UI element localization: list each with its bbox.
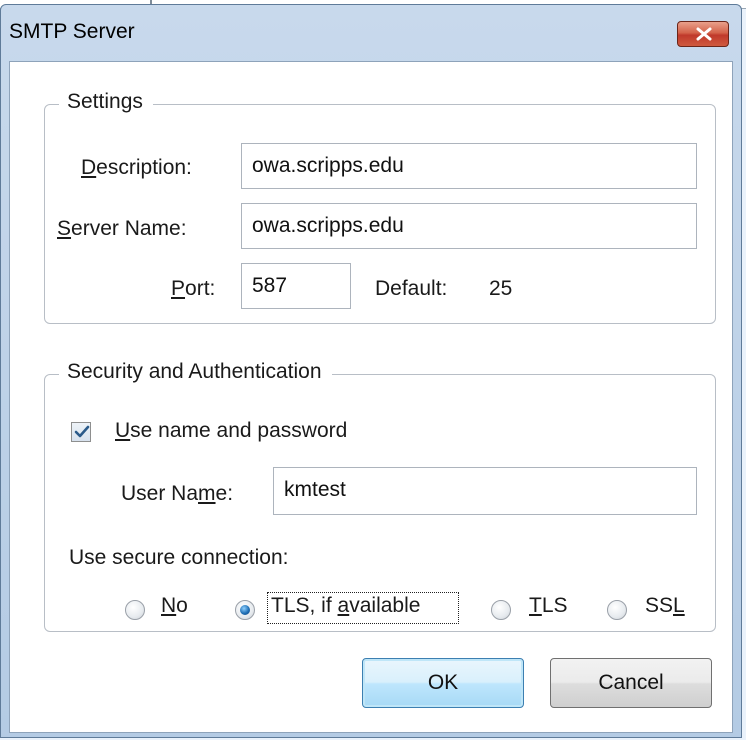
description-input[interactable]: owa.scripps.edu — [241, 143, 697, 189]
security-group: Security and Authentication Use name and… — [44, 360, 716, 632]
radio-tls-label[interactable]: TLS — [529, 594, 568, 618]
user-name-label: User Name: — [121, 482, 234, 505]
ok-button[interactable]: OK — [362, 658, 524, 708]
port-input[interactable]: 587 — [241, 263, 351, 309]
cancel-button[interactable]: Cancel — [550, 658, 712, 708]
secure-connection-label: Use secure connection: — [69, 546, 289, 569]
server-name-label: Server Name: — [57, 217, 187, 240]
user-name-input[interactable]: kmtest — [273, 467, 697, 515]
checkmark-icon — [74, 425, 90, 438]
dialog-title: SMTP Server — [9, 20, 135, 43]
security-group-title: Security and Authentication — [59, 360, 332, 384]
default-port-value: 25 — [489, 277, 513, 300]
title-bar[interactable]: SMTP Server — [1, 5, 741, 63]
use-name-password-checkbox[interactable] — [71, 422, 91, 442]
radio-ssl-label[interactable]: SSL — [645, 594, 685, 618]
radio-tls[interactable] — [491, 600, 511, 620]
default-port-label: Default: — [375, 277, 448, 300]
port-label: Port: — [171, 277, 216, 300]
radio-no[interactable] — [125, 600, 145, 620]
close-icon — [696, 27, 712, 41]
server-name-input[interactable]: owa.scripps.edu — [241, 203, 697, 249]
radio-tls-if-available-label[interactable]: TLS, if available — [271, 594, 420, 618]
radio-tls-if-available[interactable] — [235, 600, 255, 620]
dialog-content: Settings Description: owa.scripps.edu Se… — [9, 61, 733, 733]
radio-ssl[interactable] — [607, 600, 627, 620]
radio-no-label[interactable]: No — [161, 594, 188, 618]
close-button[interactable] — [677, 21, 729, 47]
smtp-server-dialog: SMTP Server Settings Description: owa.sc… — [0, 4, 742, 738]
settings-group: Settings Description: owa.scripps.edu Se… — [44, 90, 716, 324]
description-label: Description: — [81, 156, 192, 179]
settings-group-title: Settings — [59, 90, 153, 114]
use-name-password-label[interactable]: Use name and password — [115, 419, 347, 443]
